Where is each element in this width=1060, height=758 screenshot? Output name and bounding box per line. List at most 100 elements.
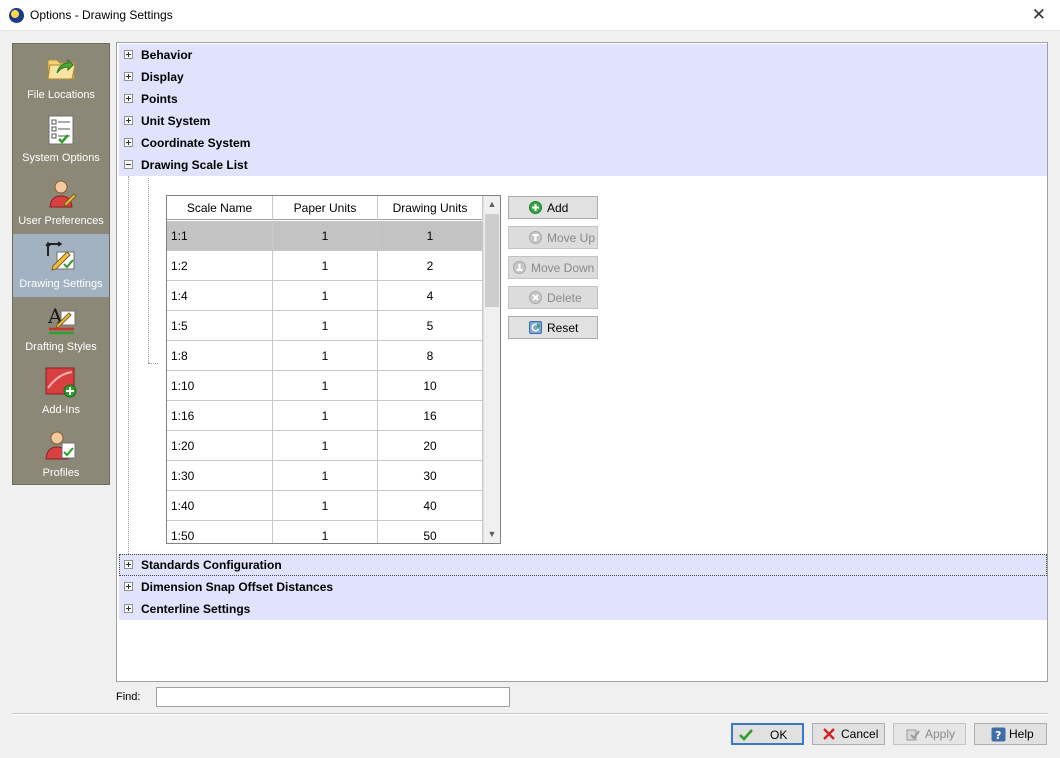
table-row[interactable]: 1:5 1 5 — [167, 311, 483, 341]
tree-category-dimension-snap-offset-distances[interactable]: Dimension Snap Offset Distances — [119, 576, 1047, 598]
table-row[interactable]: 1:1 1 1 — [167, 221, 483, 251]
cell-paper-units[interactable]: 1 — [273, 371, 378, 401]
button-label: Reset — [547, 321, 579, 335]
cell-drawing-units[interactable]: 4 — [378, 281, 483, 311]
profile-icon — [45, 431, 76, 460]
help-button[interactable]: ? Help — [974, 723, 1047, 745]
cell-paper-units[interactable]: 1 — [273, 341, 378, 371]
table-row[interactable]: 1:50 1 50 — [167, 521, 483, 543]
expand-icon[interactable] — [124, 94, 133, 103]
expand-icon[interactable] — [124, 560, 133, 569]
nav-item-add-ins[interactable]: Add-Ins — [13, 360, 109, 423]
column-header-scale-name[interactable]: Scale Name — [167, 196, 273, 220]
cell-scale-name[interactable]: 1:5 — [167, 311, 273, 341]
cell-drawing-units[interactable]: 20 — [378, 431, 483, 461]
cell-scale-name[interactable]: 1:2 — [167, 251, 273, 281]
button-label: Move Up — [547, 231, 596, 245]
tree-category-coordinate-system[interactable]: Coordinate System — [119, 132, 1047, 154]
cell-paper-units[interactable]: 1 — [273, 221, 378, 251]
tree-category-drawing-scale-list[interactable]: Drawing Scale List — [119, 154, 1047, 176]
cell-paper-units[interactable]: 1 — [273, 461, 378, 491]
cell-drawing-units[interactable]: 8 — [378, 341, 483, 371]
cell-scale-name[interactable]: 1:16 — [167, 401, 273, 431]
add-in-icon — [45, 367, 77, 398]
tree-category-behavior[interactable]: Behavior — [119, 44, 1047, 66]
category-label: Points — [141, 92, 178, 106]
reset-icon — [529, 321, 542, 334]
cell-scale-name[interactable]: 1:40 — [167, 491, 273, 521]
delete-scale-button[interactable]: Delete — [508, 286, 598, 309]
tree-category-points[interactable]: Points — [119, 88, 1047, 110]
cell-paper-units[interactable]: 1 — [273, 281, 378, 311]
cell-paper-units[interactable]: 1 — [273, 521, 378, 543]
nav-item-system-options[interactable]: System Options — [13, 108, 109, 171]
table-row[interactable]: 1:30 1 30 — [167, 461, 483, 491]
collapse-icon[interactable] — [124, 160, 133, 169]
table-row[interactable]: 1:8 1 8 — [167, 341, 483, 371]
expand-icon[interactable] — [124, 604, 133, 613]
column-header-paper-units[interactable]: Paper Units — [273, 196, 378, 220]
cell-drawing-units[interactable]: 5 — [378, 311, 483, 341]
table-row[interactable]: 1:20 1 20 — [167, 431, 483, 461]
cell-drawing-units[interactable]: 10 — [378, 371, 483, 401]
checkmark-icon — [739, 729, 753, 741]
move-up-button[interactable]: Move Up — [508, 226, 598, 249]
table-row[interactable]: 1:4 1 4 — [167, 281, 483, 311]
expand-icon[interactable] — [124, 582, 133, 591]
table-scrollbar[interactable]: ▲ ▼ — [483, 196, 500, 543]
cell-drawing-units[interactable]: 2 — [378, 251, 483, 281]
tree-connector — [148, 178, 149, 363]
table-row[interactable]: 1:40 1 40 — [167, 491, 483, 521]
find-input[interactable] — [156, 687, 510, 707]
cell-scale-name[interactable]: 1:20 — [167, 431, 273, 461]
tree-category-centerline-settings[interactable]: Centerline Settings — [119, 598, 1047, 620]
column-header-drawing-units[interactable]: Drawing Units — [378, 196, 483, 220]
close-button[interactable]: ✕ — [1032, 6, 1046, 23]
nav-item-profiles[interactable]: Profiles — [13, 423, 109, 486]
cell-scale-name[interactable]: 1:1 — [167, 221, 273, 251]
nav-item-drafting-styles[interactable]: A Drafting Styles — [13, 297, 109, 360]
expand-icon[interactable] — [124, 50, 133, 59]
cell-scale-name[interactable]: 1:30 — [167, 461, 273, 491]
category-label: Dimension Snap Offset Distances — [141, 580, 334, 594]
expand-icon[interactable] — [124, 72, 133, 81]
separator — [12, 713, 1048, 715]
nav-item-drawing-settings[interactable]: Drawing Settings — [13, 234, 109, 297]
cell-scale-name[interactable]: 1:4 — [167, 281, 273, 311]
cancel-button[interactable]: Cancel — [812, 723, 885, 745]
tree-category-unit-system[interactable]: Unit System — [119, 110, 1047, 132]
nav-item-file-locations[interactable]: File Locations — [13, 45, 109, 108]
cell-scale-name[interactable]: 1:8 — [167, 341, 273, 371]
scrollbar-thumb[interactable] — [485, 214, 499, 307]
table-row[interactable]: 1:2 1 2 — [167, 251, 483, 281]
tree-category-display[interactable]: Display — [119, 66, 1047, 88]
ok-button[interactable]: OK — [731, 723, 804, 745]
tree-category-standards-configuration[interactable]: Standards Configuration — [119, 554, 1047, 576]
category-label: Coordinate System — [141, 136, 251, 150]
cell-scale-name[interactable]: 1:10 — [167, 371, 273, 401]
cell-paper-units[interactable]: 1 — [273, 401, 378, 431]
apply-button[interactable]: Apply — [893, 723, 966, 745]
cell-paper-units[interactable]: 1 — [273, 491, 378, 521]
cell-drawing-units[interactable]: 50 — [378, 521, 483, 543]
scroll-up-arrow-icon[interactable]: ▲ — [484, 196, 500, 213]
cell-drawing-units[interactable]: 30 — [378, 461, 483, 491]
cell-drawing-units[interactable]: 40 — [378, 491, 483, 521]
expand-icon[interactable] — [124, 138, 133, 147]
category-label: Drawing Scale List — [141, 158, 248, 172]
table-row[interactable]: 1:10 1 10 — [167, 371, 483, 401]
move-down-button[interactable]: Move Down — [508, 256, 598, 279]
scroll-down-arrow-icon[interactable]: ▼ — [484, 526, 500, 543]
add-scale-button[interactable]: Add — [508, 196, 598, 219]
cell-drawing-units[interactable]: 1 — [378, 221, 483, 251]
cell-paper-units[interactable]: 1 — [273, 251, 378, 281]
cell-paper-units[interactable]: 1 — [273, 311, 378, 341]
add-icon — [529, 201, 542, 214]
cell-drawing-units[interactable]: 16 — [378, 401, 483, 431]
cell-scale-name[interactable]: 1:50 — [167, 521, 273, 543]
cell-paper-units[interactable]: 1 — [273, 431, 378, 461]
reset-button[interactable]: Reset — [508, 316, 598, 339]
nav-item-user-preferences[interactable]: User Preferences — [13, 171, 109, 234]
expand-icon[interactable] — [124, 116, 133, 125]
table-row[interactable]: 1:16 1 16 — [167, 401, 483, 431]
